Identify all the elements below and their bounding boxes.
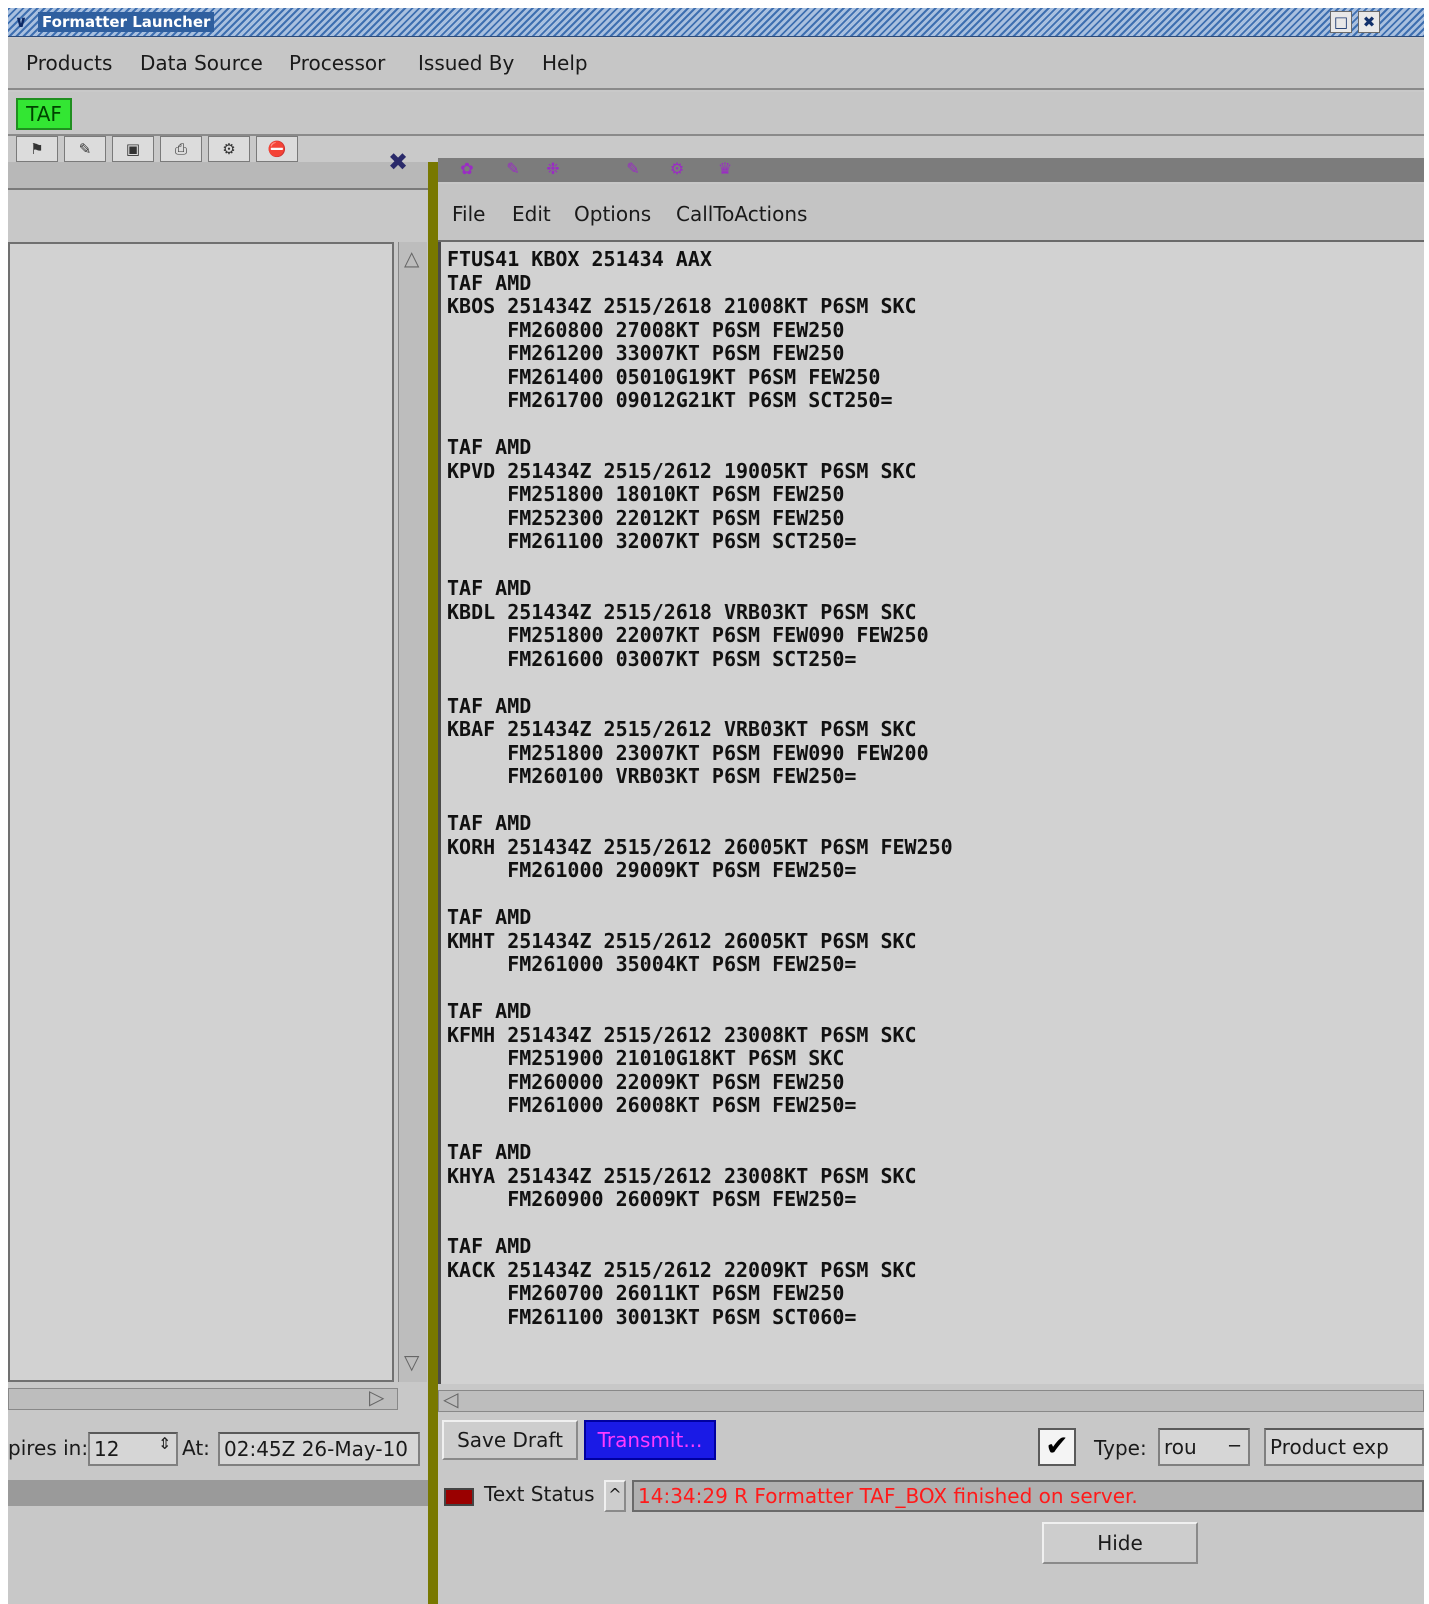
scroll-down-icon[interactable]: ▽ bbox=[404, 1350, 419, 1374]
left-panel-header bbox=[8, 162, 428, 190]
menu-call-to-actions[interactable]: CallToActions bbox=[676, 202, 807, 226]
menu-processor[interactable]: Processor bbox=[289, 51, 385, 75]
crown-icon[interactable]: ♛ bbox=[710, 158, 740, 180]
menu-products[interactable]: Products bbox=[26, 51, 112, 75]
expires-label: pires in: bbox=[8, 1436, 89, 1460]
scroll-right-icon[interactable]: ▷ bbox=[369, 1385, 384, 1409]
spinner-icon[interactable]: ⇕ bbox=[158, 1434, 171, 1453]
toggle-up-icon[interactable]: ^ bbox=[604, 1480, 626, 1512]
window-menu-icon[interactable]: ∨ bbox=[10, 11, 32, 33]
menu-help[interactable]: Help bbox=[542, 51, 588, 75]
status-message: 14:34:29 R Formatter TAF_BOX finished on… bbox=[632, 1480, 1424, 1512]
left-horizontal-scrollbar[interactable]: ▷ bbox=[8, 1385, 398, 1410]
formatter-launcher-window: ∨ Formatter Launcher □ ✖ Products Data S… bbox=[8, 8, 1424, 1604]
status-led-icon bbox=[444, 1488, 474, 1506]
window-title: Formatter Launcher bbox=[38, 12, 215, 32]
gear-icon[interactable]: ⚙ bbox=[662, 158, 692, 180]
edit-icon[interactable]: ✎ bbox=[64, 136, 106, 162]
menu-file[interactable]: File bbox=[452, 202, 485, 226]
clipboard-icon[interactable]: ✎ bbox=[618, 158, 648, 180]
expiration-row: pires in: 12 ⇕ At: 02:45Z 26-May-10 bbox=[8, 1426, 428, 1468]
print-icon[interactable]: ⎙ bbox=[160, 136, 202, 162]
scroll-up-icon[interactable]: △ bbox=[404, 246, 419, 270]
product-text-editor[interactable]: FTUS41 KBOX 251434 AAX TAF AMD KBOS 2514… bbox=[438, 242, 1424, 1384]
editor-panel: ✿ ✎ ❉ ✎ ⚙ ♛ File Edit Options CallToActi… bbox=[438, 158, 1424, 1604]
type-option-menu[interactable]: rou ─ bbox=[1158, 1428, 1250, 1466]
menu-edit[interactable]: Edit bbox=[512, 202, 551, 226]
save-draft-button[interactable]: Save Draft bbox=[442, 1420, 578, 1460]
at-time-field[interactable]: 02:45Z 26-May-10 bbox=[218, 1432, 420, 1466]
mask-icon[interactable]: ✿ bbox=[452, 158, 482, 180]
launcher-toolbar: ⚑ ✎ ▣ ⎙ ⚙ ⛔ bbox=[16, 136, 298, 162]
menu-data-source[interactable]: Data Source bbox=[140, 51, 263, 75]
shell-icon[interactable]: ❉ bbox=[538, 158, 568, 180]
option-menu-icon[interactable]: ─ bbox=[1229, 1430, 1240, 1464]
close-pane-icon[interactable]: ✖ bbox=[388, 148, 408, 176]
menu-issued-by[interactable]: Issued By bbox=[418, 51, 514, 75]
text-status-label: Text Status bbox=[484, 1482, 595, 1506]
taf-product-tab[interactable]: TAF bbox=[16, 98, 72, 130]
editor-horizontal-scrollbar[interactable]: ◁ bbox=[438, 1387, 1424, 1412]
at-label: At: bbox=[182, 1436, 210, 1460]
scroll-left-icon[interactable]: ◁ bbox=[443, 1387, 458, 1411]
left-vertical-scrollbar[interactable]: △ ▽ bbox=[398, 242, 427, 1382]
title-bar[interactable]: ∨ Formatter Launcher □ ✖ bbox=[8, 8, 1424, 37]
checkmark-icon[interactable]: ✔ bbox=[1038, 1428, 1076, 1466]
type-value: rou bbox=[1164, 1435, 1197, 1459]
left-panel: △ ▽ ▷ pires in: 12 ⇕ At: 02:45Z 26-May-1… bbox=[8, 162, 428, 1604]
product-text[interactable]: FTUS41 KBOX 251434 AAX TAF AMD KBOS 2514… bbox=[447, 247, 1424, 1329]
product-tab-row: TAF bbox=[8, 92, 1424, 136]
product-expires-field[interactable]: Product exp bbox=[1264, 1428, 1424, 1466]
editor-toolbar: ✿ ✎ ❉ ✎ ⚙ ♛ bbox=[438, 158, 1424, 182]
hide-button[interactable]: Hide bbox=[1042, 1522, 1198, 1564]
edit-icon[interactable]: ✎ bbox=[498, 158, 528, 180]
launcher-menu-bar: Products Data Source Processor Issued By… bbox=[8, 38, 1424, 90]
type-label: Type: bbox=[1094, 1436, 1147, 1460]
pane-sash[interactable] bbox=[428, 162, 438, 1604]
formatter-icon[interactable]: ⚑ bbox=[16, 136, 58, 162]
transmit-button[interactable]: Transmit... bbox=[584, 1420, 716, 1460]
menu-options[interactable]: Options bbox=[574, 202, 651, 226]
window-icon[interactable]: ▣ bbox=[112, 136, 154, 162]
left-status-divider bbox=[8, 1480, 428, 1506]
settings-icon[interactable]: ⚙ bbox=[208, 136, 250, 162]
product-list[interactable] bbox=[8, 242, 394, 1382]
restore-icon[interactable]: □ bbox=[1330, 11, 1352, 33]
close-icon[interactable]: ✖ bbox=[1358, 11, 1380, 33]
stop-icon[interactable]: ⛔ bbox=[256, 136, 298, 162]
editor-menu-bar: File Edit Options CallToActions bbox=[438, 184, 1424, 243]
